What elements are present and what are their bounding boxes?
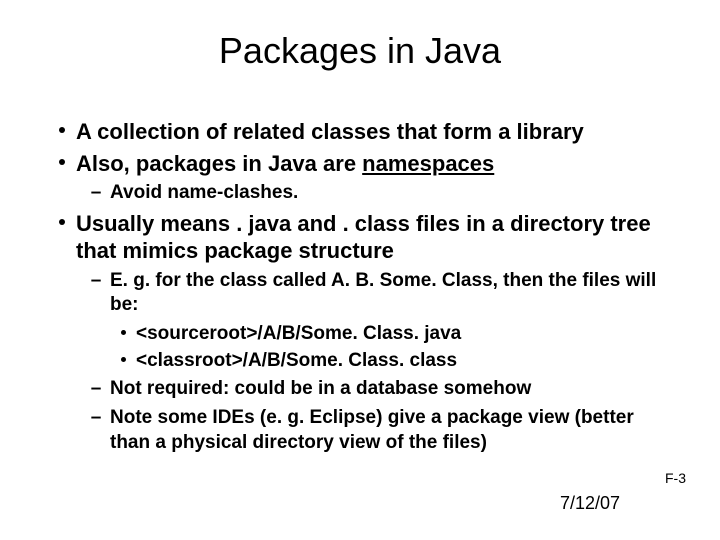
bullet-l1: Usually means . java and . class files i… [48,210,678,265]
underlined-text: namespaces [362,151,494,176]
slide: Packages in Java A collection of related… [0,0,720,540]
bullet-l2: Avoid name-clashes. [82,181,678,206]
bullet-text: <classroot>/A/B/Some. Class. class [136,349,678,374]
slide-date: 7/12/07 [560,493,620,514]
bullet-l2: E. g. for the class called A. B. Some. C… [82,269,678,318]
bullet-list: A collection of related classes that for… [48,118,678,456]
page-number: F-3 [665,470,686,486]
bullet-dash-icon [82,269,110,318]
sub-list-wrapper: <sourceroot>/A/B/Some. Class. java <clas… [82,322,678,373]
bullet-text: E. g. for the class called A. B. Some. C… [110,269,678,318]
bullet-l1: Also, packages in Java are namespaces [48,150,678,178]
bullet-dot-icon [110,322,136,347]
sub-list-wrapper: E. g. for the class called A. B. Some. C… [48,269,678,456]
bullet-l2: Note some IDEs (e. g. Eclipse) give a pa… [82,406,678,455]
slide-title: Packages in Java [0,30,720,72]
bullet-text: Usually means . java and . class files i… [76,210,678,265]
sub-list-wrapper: Avoid name-clashes. [48,181,678,206]
bullet-dot-icon [48,118,76,146]
text-fragment: Also, packages in Java are [76,151,362,176]
bullet-text: Also, packages in Java are namespaces [76,150,678,178]
bullet-text: <sourceroot>/A/B/Some. Class. java [136,322,678,347]
bullet-text: A collection of related classes that for… [76,118,678,146]
bullet-dot-icon [48,150,76,178]
bullet-dash-icon [82,406,110,455]
bullet-l3: <sourceroot>/A/B/Some. Class. java [110,322,678,347]
bullet-dash-icon [82,377,110,402]
bullet-dash-icon [82,181,110,206]
bullet-list-l2: E. g. for the class called A. B. Some. C… [48,269,678,456]
bullet-dot-icon [110,349,136,374]
bullet-dot-icon [48,210,76,265]
bullet-l2: Not required: could be in a database som… [82,377,678,402]
bullet-list-l3: <sourceroot>/A/B/Some. Class. java <clas… [82,322,678,373]
bullet-text: Not required: could be in a database som… [110,377,678,402]
bullet-text: Avoid name-clashes. [110,181,678,206]
bullet-l1: A collection of related classes that for… [48,118,678,146]
slide-body: A collection of related classes that for… [48,118,678,460]
bullet-l3: <classroot>/A/B/Some. Class. class [110,349,678,374]
bullet-text: Note some IDEs (e. g. Eclipse) give a pa… [110,406,678,455]
bullet-list-l2: Avoid name-clashes. [48,181,678,206]
